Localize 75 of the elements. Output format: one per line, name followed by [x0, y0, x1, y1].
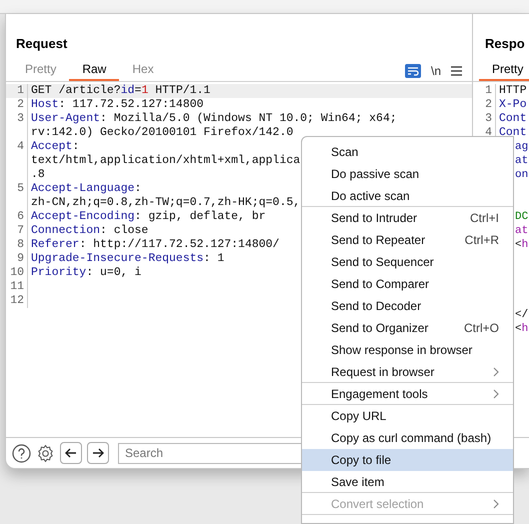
code-line: Connection: close — [31, 224, 148, 238]
editor-tab[interactable]: Hex — [119, 58, 167, 80]
menu-item[interactable]: Send to Repeater Ctrl+R — [302, 229, 513, 251]
code-line: text/html,application/xhtml+xml,applica — [31, 154, 300, 168]
menu-item[interactable]: Show response in browser — [302, 339, 513, 361]
menu-item[interactable]: Copy to file — [302, 449, 513, 471]
code-line: at — [515, 224, 528, 236]
code-line: .8 — [31, 168, 45, 182]
line-number: 4 — [17, 140, 24, 152]
code-line: Referer: http://117.72.52.127:14800/ — [31, 238, 280, 252]
line-number: 11 — [10, 280, 24, 292]
menu-item[interactable]: Send to Organizer Ctrl+O — [302, 317, 513, 339]
menu-item[interactable]: Send to Comparer — [302, 273, 513, 295]
code-line: at — [515, 154, 528, 166]
code-line: Priority: u=0, i — [31, 266, 142, 280]
menu-item[interactable]: Send to Decoder — [302, 295, 513, 317]
menu-item[interactable]: Copy URL — [302, 405, 513, 427]
arrow-right-icon — [92, 448, 104, 458]
chevron-right-icon — [493, 498, 499, 508]
code-line: Cont — [499, 112, 527, 124]
line-number: 3 — [17, 112, 24, 124]
code-line: rv:142.0) Gecko/20100101 Firefox/142.0 — [31, 126, 294, 140]
forward-button[interactable] — [87, 442, 109, 464]
code-line: Host: 117.72.52.127:14800 — [31, 98, 204, 112]
code-line: </ — [515, 308, 528, 320]
line-number: 10 — [10, 266, 24, 278]
code-line: HTTP — [499, 84, 527, 96]
line-number: 8 — [17, 238, 24, 250]
menu-item[interactable]: Save item — [302, 471, 513, 493]
code-line: <h — [515, 322, 528, 334]
line-number: 4 — [485, 126, 492, 138]
back-button[interactable] — [60, 442, 82, 464]
chevron-right-icon — [493, 366, 499, 376]
code-line: GET /article?id=1 HTTP/1.1 — [31, 84, 210, 98]
line-number: 2 — [17, 98, 24, 110]
panel-title: Respo — [485, 35, 525, 53]
editor-tab[interactable]: Pretty — [12, 58, 70, 80]
menu-item[interactable]: Engagement tools — [302, 383, 513, 405]
menu-icon[interactable] — [451, 66, 462, 76]
line-number: 5 — [17, 182, 24, 194]
editor-tab[interactable]: Pretty — [479, 58, 529, 80]
menu-item[interactable]: Request in browser — [302, 361, 513, 383]
code-line: User-Agent: Mozilla/5.0 (Windows NT 10.0; Win64; x64; — [31, 112, 397, 126]
line-number: 7 — [17, 224, 24, 236]
menu-item[interactable]: Do passive scan — [302, 163, 513, 185]
line-number: 2 — [485, 98, 492, 110]
code-line: Accept-Language: — [31, 182, 142, 196]
line-number: 1 — [17, 84, 24, 96]
settings-icon[interactable] — [36, 444, 55, 462]
chevron-right-icon — [493, 388, 499, 398]
code-line: on — [515, 168, 528, 180]
menu-item[interactable]: Send to Sequencer — [302, 251, 513, 273]
line-number: 6 — [17, 210, 24, 222]
code-line: zh-CN,zh;q=0.8,zh-TW;q=0.7,zh-HK;q=0.5, — [31, 196, 300, 210]
help-icon[interactable] — [12, 444, 31, 462]
menu-item[interactable]: Send to Intruder Ctrl+I — [302, 207, 513, 229]
code-line: <h — [515, 238, 528, 250]
code-line: Accept-Encoding: gzip, deflate, br — [31, 210, 266, 224]
code-line: Upgrade-Insecure-Requests: 1 — [31, 252, 224, 266]
code-line: DC — [515, 210, 528, 222]
menu-item[interactable]: Do active scan — [302, 185, 513, 207]
line-number: 9 — [17, 252, 24, 264]
code-line: Accept: — [31, 140, 80, 154]
wrap-icon[interactable] — [404, 64, 421, 78]
newline-toggle[interactable]: \n — [430, 64, 441, 76]
line-number: 3 — [485, 112, 492, 124]
menu-item[interactable]: Scan — [302, 141, 513, 163]
panel-title: Request — [16, 35, 68, 53]
code-line: ag — [515, 140, 528, 152]
code-line: X-Po — [499, 98, 527, 110]
code-line: Cont — [499, 126, 527, 138]
arrow-left-icon — [65, 448, 77, 458]
line-number: 12 — [10, 294, 24, 306]
line-number: 1 — [485, 84, 492, 96]
editor-tab[interactable]: Raw — [69, 58, 120, 80]
